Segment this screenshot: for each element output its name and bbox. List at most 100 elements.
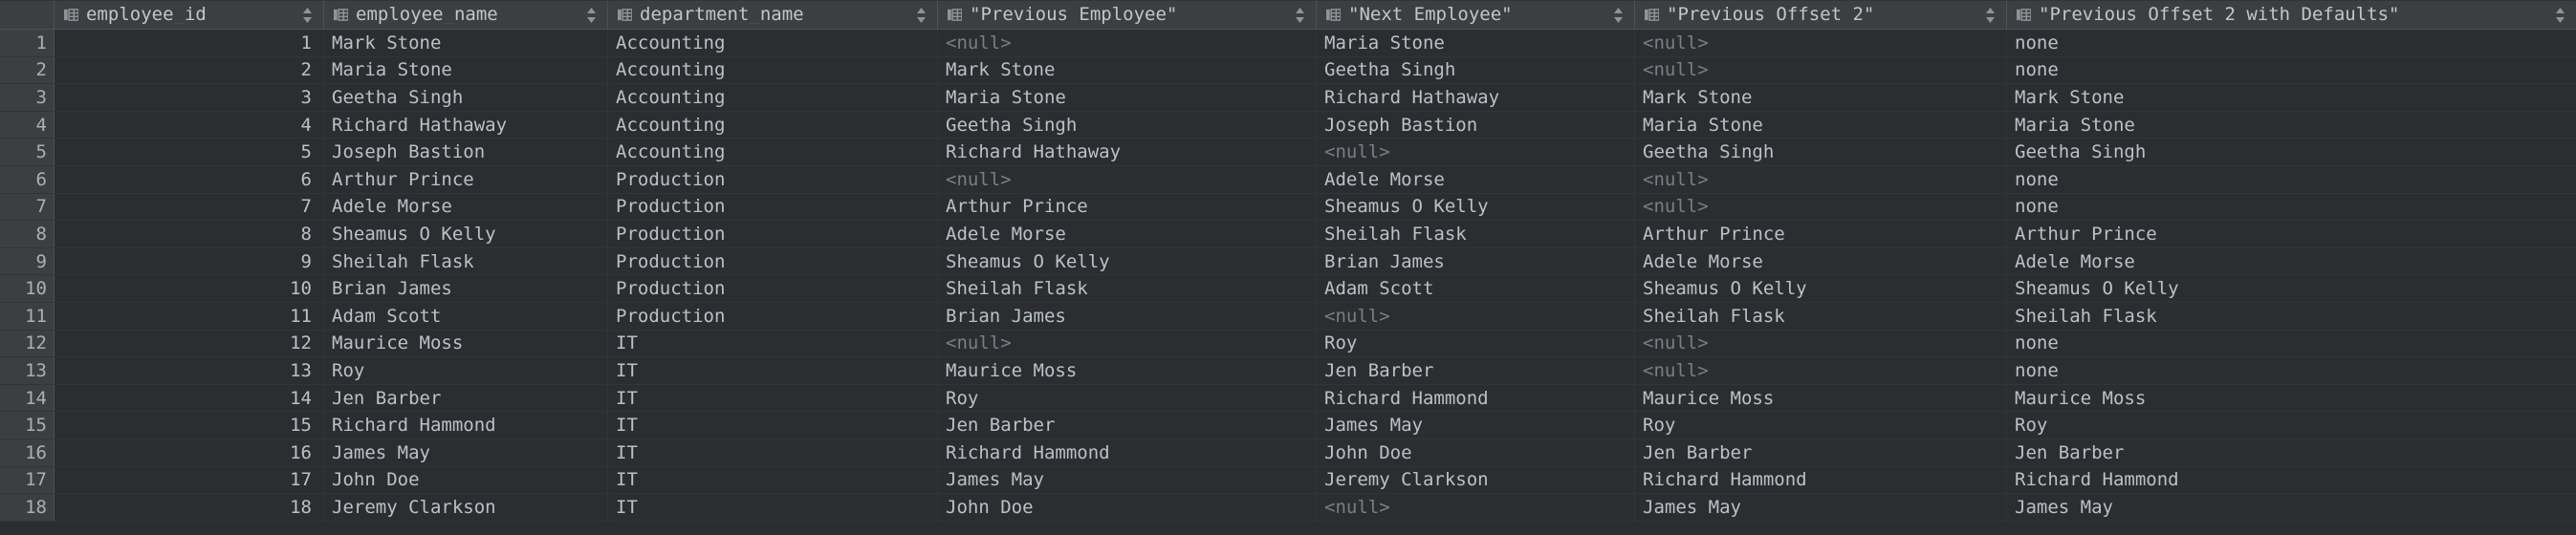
cell-previous_offset_2_defaults[interactable]: Richard Hammond <box>2007 467 2576 494</box>
cell-previous_offset_2_defaults[interactable]: none <box>2007 30 2576 56</box>
table-row[interactable]: 8 8 Sheamus O Kelly Production Adele Morse Sh… <box>0 221 2576 248</box>
cell-previous_offset_2[interactable]: Geetha Singh <box>1635 139 2007 165</box>
cell-previous_offset_2_defaults[interactable]: Geetha Singh <box>2007 139 2576 165</box>
cell-employee_name[interactable]: Mark Stone <box>324 30 608 56</box>
cell-employee_id[interactable]: 3 <box>55 84 324 111</box>
row-number-cell[interactable]: 6 <box>0 165 55 193</box>
cell-previous_offset_2[interactable]: Richard Hammond <box>1635 466 2007 494</box>
cell-department_name[interactable]: Accounting <box>608 139 938 165</box>
cell-previous_offset_2_defaults[interactable]: Adele Morse <box>2007 248 2576 275</box>
column-header-next_employee[interactable]: "Next Employee" <box>1317 1 1635 29</box>
cell-previous_employee[interactable]: Geetha Singh <box>938 111 1317 139</box>
cell-previous_offset_2[interactable]: Sheilah Flask <box>1635 302 2007 330</box>
cell-next_employee[interactable]: Richard Hathaway <box>1317 84 1635 111</box>
cell-next_employee[interactable]: <null> <box>1317 302 1635 330</box>
cell-employee_name[interactable]: Jeremy Clarkson <box>324 494 608 521</box>
table-row[interactable]: 13 13 Roy IT Maurice Moss Jen Barber <null> non… <box>0 357 2576 385</box>
sort-arrows-icon[interactable] <box>915 6 928 25</box>
cell-next_employee[interactable]: Joseph Bastion <box>1317 111 1635 139</box>
table-row[interactable]: 14 14 Jen Barber IT Roy Richard Hammond Mauric… <box>0 384 2576 413</box>
cell-previous_offset_2[interactable]: Arthur Prince <box>1635 221 2007 247</box>
cell-previous_offset_2_defaults[interactable]: none <box>2007 194 2576 221</box>
sort-arrows-icon[interactable] <box>1612 6 1625 25</box>
cell-next_employee[interactable]: John Doe <box>1317 439 1635 466</box>
cell-next_employee[interactable]: Brian James <box>1317 247 1635 275</box>
cell-next_employee[interactable]: Adam Scott <box>1317 275 1635 302</box>
cell-previous_offset_2_defaults[interactable]: James May <box>2007 494 2576 521</box>
table-row[interactable]: 7 7 Adele Morse Production Arthur Prince Shea… <box>0 193 2576 222</box>
cell-next_employee[interactable]: Geetha Singh <box>1317 56 1635 84</box>
cell-previous_employee[interactable]: Richard Hathaway <box>938 139 1317 165</box>
cell-next_employee[interactable]: Richard Hammond <box>1317 384 1635 412</box>
cell-previous_offset_2[interactable]: <null> <box>1635 193 2007 221</box>
row-number-cell[interactable]: 8 <box>0 221 55 247</box>
sort-arrows-icon[interactable] <box>1984 6 1997 25</box>
cell-employee_name[interactable]: Sheilah Flask <box>324 247 608 275</box>
cell-previous_employee[interactable]: John Doe <box>938 494 1317 521</box>
cell-employee_name[interactable]: Brian James <box>324 275 608 302</box>
cell-previous_offset_2_defaults[interactable]: none <box>2007 57 2576 84</box>
cell-employee_name[interactable]: Jen Barber <box>324 384 608 412</box>
column-header-previous_offset_2_defaults[interactable]: "Previous Offset 2 with Defaults" <box>2007 1 2576 29</box>
cell-next_employee[interactable]: Adele Morse <box>1317 165 1635 193</box>
cell-employee_name[interactable]: Maria Stone <box>324 56 608 84</box>
table-row[interactable]: 10 10 Brian James Production Sheilah Flask Ad… <box>0 275 2576 303</box>
cell-previous_offset_2_defaults[interactable]: none <box>2007 331 2576 357</box>
cell-previous_employee[interactable]: <null> <box>938 165 1317 193</box>
row-number-cell[interactable]: 7 <box>0 193 55 221</box>
cell-employee_name[interactable]: Geetha Singh <box>324 84 608 111</box>
sort-arrows-icon[interactable] <box>2554 6 2566 25</box>
cell-previous_offset_2_defaults[interactable]: Sheilah Flask <box>2007 303 2576 330</box>
cell-employee_id[interactable]: 11 <box>55 302 324 330</box>
table-row[interactable]: 15 15 Richard Hammond IT Jen Barber James May… <box>0 412 2576 439</box>
cell-department_name[interactable]: Production <box>608 221 938 247</box>
cell-next_employee[interactable]: Jen Barber <box>1317 357 1635 384</box>
cell-employee_id[interactable]: 6 <box>55 165 324 193</box>
cell-previous_employee[interactable]: Brian James <box>938 302 1317 330</box>
column-header-previous_offset_2[interactable]: "Previous Offset 2" <box>1635 1 2007 29</box>
sort-arrows-icon[interactable] <box>301 6 314 25</box>
row-number-cell[interactable]: 12 <box>0 330 55 357</box>
cell-previous_employee[interactable]: James May <box>938 466 1317 494</box>
cell-employee_id[interactable]: 1 <box>55 30 324 56</box>
table-row[interactable]: 17 17 John Doe IT James May Jeremy Clarkson Ri… <box>0 466 2576 495</box>
cell-previous_employee[interactable]: Richard Hammond <box>938 439 1317 466</box>
table-row[interactable]: 11 11 Adam Scott Production Brian James <null… <box>0 302 2576 331</box>
cell-previous_offset_2_defaults[interactable]: Jen Barber <box>2007 439 2576 466</box>
cell-next_employee[interactable]: James May <box>1317 412 1635 439</box>
row-number-cell[interactable]: 11 <box>0 302 55 330</box>
cell-employee_name[interactable]: Joseph Bastion <box>324 139 608 165</box>
cell-previous_employee[interactable]: Roy <box>938 384 1317 412</box>
cell-employee_id[interactable]: 2 <box>55 56 324 84</box>
row-number-cell[interactable]: 14 <box>0 384 55 412</box>
cell-next_employee[interactable]: Jeremy Clarkson <box>1317 466 1635 494</box>
cell-next_employee[interactable]: <null> <box>1317 139 1635 165</box>
cell-previous_employee[interactable]: Sheamus O Kelly <box>938 247 1317 275</box>
cell-previous_offset_2_defaults[interactable]: Arthur Prince <box>2007 221 2576 247</box>
table-row[interactable]: 9 9 Sheilah Flask Production Sheamus O Kelly… <box>0 247 2576 276</box>
cell-employee_name[interactable]: James May <box>324 439 608 466</box>
cell-previous_offset_2_defaults[interactable]: Maria Stone <box>2007 112 2576 139</box>
cell-department_name[interactable]: Accounting <box>608 30 938 56</box>
cell-previous_employee[interactable]: Maurice Moss <box>938 357 1317 384</box>
row-number-cell[interactable]: 13 <box>0 357 55 384</box>
row-number-cell[interactable]: 3 <box>0 84 55 111</box>
cell-department_name[interactable]: IT <box>608 384 938 412</box>
table-row[interactable]: 2 2 Maria Stone Accounting Mark Stone Geetha … <box>0 56 2576 85</box>
cell-previous_offset_2[interactable]: Adele Morse <box>1635 247 2007 275</box>
cell-employee_name[interactable]: John Doe <box>324 466 608 494</box>
cell-previous_offset_2_defaults[interactable]: Roy <box>2007 412 2576 439</box>
cell-department_name[interactable]: IT <box>608 466 938 494</box>
row-number-cell[interactable]: 18 <box>0 494 55 521</box>
cell-next_employee[interactable]: <null> <box>1317 494 1635 521</box>
cell-previous_employee[interactable]: <null> <box>938 330 1317 357</box>
row-number-cell[interactable]: 2 <box>0 56 55 84</box>
cell-employee_id[interactable]: 18 <box>55 494 324 521</box>
table-row[interactable]: 5 5 Joseph Bastion Accounting Richard Hathaw… <box>0 139 2576 166</box>
cell-previous_offset_2_defaults[interactable]: Mark Stone <box>2007 84 2576 111</box>
cell-next_employee[interactable]: Maria Stone <box>1317 30 1635 56</box>
cell-previous_offset_2[interactable]: James May <box>1635 494 2007 521</box>
cell-previous_offset_2[interactable]: Maurice Moss <box>1635 384 2007 412</box>
cell-previous_offset_2[interactable]: Jen Barber <box>1635 439 2007 466</box>
cell-previous_offset_2[interactable]: <null> <box>1635 357 2007 384</box>
